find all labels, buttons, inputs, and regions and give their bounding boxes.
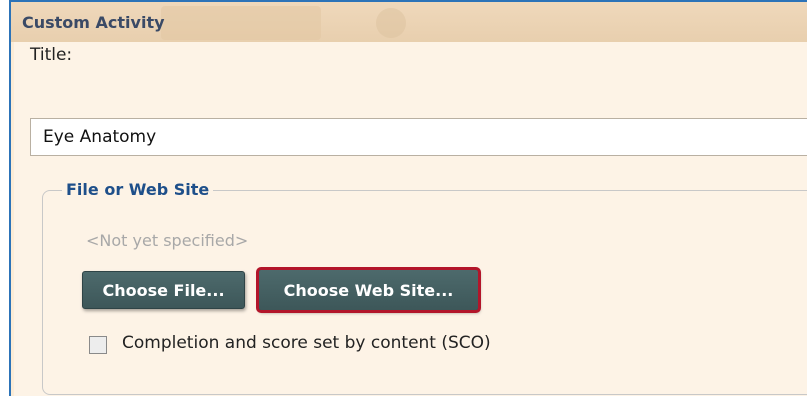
title-label: Title: bbox=[30, 45, 73, 65]
file-or-web-site-legend: File or Web Site bbox=[62, 180, 214, 199]
gear-icon bbox=[376, 8, 406, 38]
file-status-text: <Not yet specified> bbox=[86, 231, 249, 250]
titlebar-background-graphic bbox=[161, 6, 321, 40]
window-title: Custom Activity bbox=[22, 13, 165, 32]
title-input[interactable] bbox=[30, 118, 807, 156]
sco-checkbox-label[interactable]: Completion and score set by content (SCO… bbox=[122, 333, 491, 353]
sco-checkbox[interactable] bbox=[89, 336, 107, 354]
choose-file-button[interactable]: Choose File... bbox=[82, 271, 245, 309]
window-titlebar: Custom Activity bbox=[11, 2, 807, 42]
choose-web-site-button[interactable]: Choose Web Site... bbox=[256, 267, 481, 313]
